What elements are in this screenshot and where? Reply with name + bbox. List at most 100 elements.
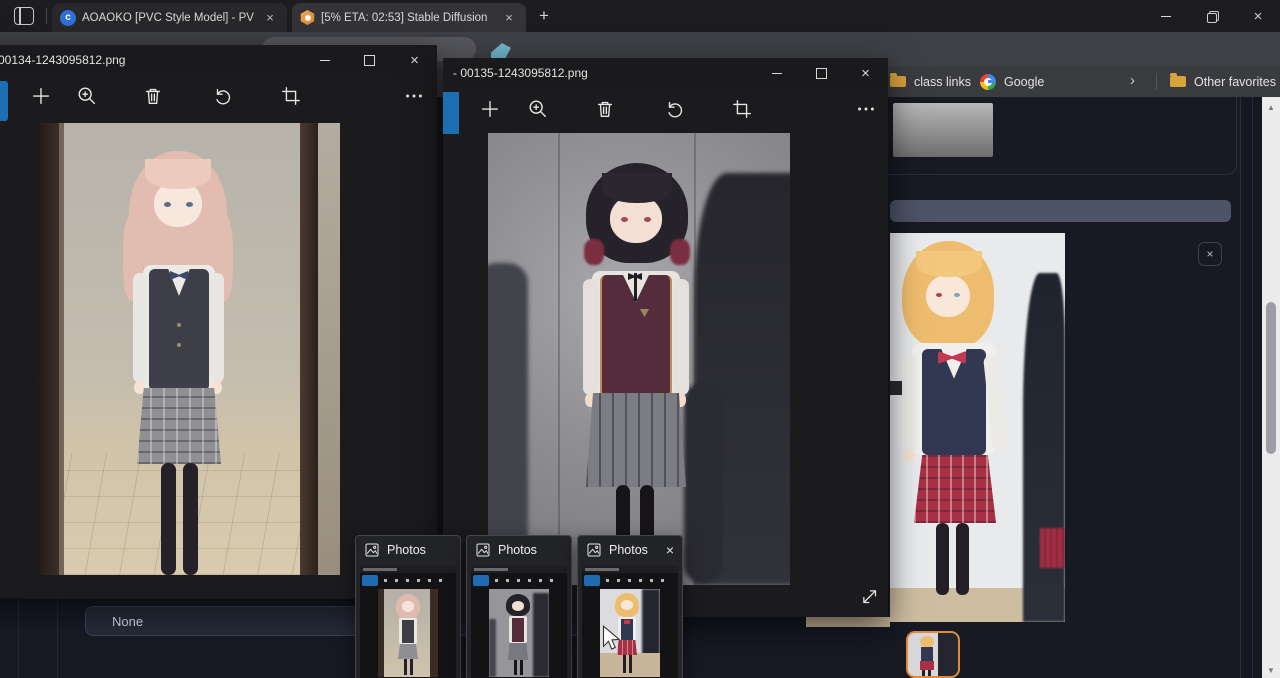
- mini-blue-button: [584, 575, 600, 586]
- titlebar[interactable]: 00134-1243095812.png ×: [0, 45, 437, 75]
- add-button[interactable]: [28, 83, 54, 109]
- taskbar-preview-photos-3[interactable]: Photos ×: [577, 535, 683, 678]
- mini-titlebar: [360, 566, 456, 573]
- panel-line: [18, 597, 19, 678]
- art: [430, 589, 438, 677]
- window-close-button[interactable]: ×: [1235, 0, 1280, 32]
- favorite-google[interactable]: Google: [980, 66, 1044, 97]
- bangs: [602, 173, 672, 203]
- resize-diagonal-button[interactable]: [855, 582, 881, 608]
- photos-app-icon: [364, 542, 380, 558]
- rotate-button[interactable]: [662, 96, 688, 122]
- sleeve: [133, 273, 148, 383]
- art: [520, 660, 523, 675]
- crop-button[interactable]: [278, 83, 304, 109]
- extension-icon[interactable]: [491, 43, 511, 59]
- window-minimize-button[interactable]: [1143, 0, 1189, 32]
- leg: [956, 523, 969, 595]
- skirt: [586, 393, 686, 487]
- sd-selected-thumbnail[interactable]: [906, 631, 960, 678]
- vest-button: [177, 323, 181, 327]
- window-restore-button[interactable]: [1189, 0, 1235, 32]
- taskbar-preview-photos-2[interactable]: Photos: [466, 535, 572, 678]
- art: [404, 659, 407, 675]
- bangs: [145, 159, 211, 189]
- eye: [936, 293, 942, 297]
- art: [921, 647, 933, 661]
- divider: [1156, 73, 1157, 90]
- photos-app-icon: [475, 542, 491, 558]
- preview-header: Photos: [356, 536, 460, 564]
- more-button[interactable]: [853, 96, 879, 122]
- other-favorites-folder[interactable]: Other favorites: [1170, 66, 1276, 97]
- zoom-button[interactable]: [74, 83, 100, 109]
- preview-title: Photos: [609, 543, 648, 557]
- see-all-photos-button[interactable]: [0, 81, 8, 121]
- photos-app-icon: [586, 542, 602, 558]
- hair-tip: [670, 239, 690, 265]
- art: [922, 670, 925, 676]
- preview-header: Photos ×: [578, 536, 682, 564]
- photo-image[interactable]: [488, 133, 790, 585]
- close-button[interactable]: ×: [392, 45, 437, 75]
- bangs: [916, 251, 982, 277]
- minimize-button[interactable]: [302, 45, 347, 75]
- leg: [936, 523, 949, 595]
- vest-button: [177, 343, 181, 347]
- art: [514, 660, 517, 675]
- sd-generated-image[interactable]: [890, 233, 1065, 622]
- zoom-button[interactable]: [525, 96, 551, 122]
- eye: [644, 217, 651, 222]
- wall-right: [318, 123, 340, 575]
- sd-favicon: [300, 10, 315, 25]
- tab-close-icon[interactable]: ×: [261, 9, 279, 27]
- sd-gray-box[interactable]: [893, 103, 993, 157]
- taskbar-preview-photos-1[interactable]: Photos: [355, 535, 461, 678]
- maximize-button[interactable]: [799, 58, 844, 88]
- folder-icon: [890, 76, 906, 87]
- google-icon: [980, 74, 996, 90]
- crop-button[interactable]: [729, 96, 755, 122]
- art: [920, 661, 934, 670]
- eye: [186, 202, 193, 207]
- sleeve: [583, 279, 599, 395]
- maximize-button[interactable]: [347, 45, 392, 75]
- tab-aoaoko[interactable]: c AOAOKO [PVC Style Model] - PV ×: [52, 3, 287, 32]
- mini-toolbar: [495, 579, 559, 582]
- minimize-icon: [320, 60, 330, 61]
- titlebar[interactable]: - 00135-1243095812.png ×: [443, 58, 888, 88]
- new-tab-button[interactable]: +: [532, 5, 556, 27]
- mirror-frame-left: [37, 123, 59, 575]
- photos-window-1: 00134-1243095812.png ×: [0, 45, 437, 598]
- scroll-down-arrow[interactable]: ▼: [1262, 662, 1280, 678]
- preview-close-button[interactable]: ×: [666, 542, 674, 558]
- rotate-button[interactable]: [210, 83, 236, 109]
- close-button[interactable]: ×: [843, 58, 888, 88]
- photo-image[interactable]: [37, 123, 340, 575]
- preview-title: Photos: [498, 543, 537, 557]
- favorites-overflow-chevron[interactable]: ›: [1130, 72, 1135, 89]
- minimize-icon: [1161, 16, 1171, 17]
- see-all-photos-button[interactable]: [443, 92, 459, 134]
- minimize-button[interactable]: [754, 58, 799, 88]
- tab-stable-diffusion[interactable]: [5% ETA: 02:53] Stable Diffusion ×: [292, 3, 526, 32]
- art: [378, 589, 384, 677]
- more-button[interactable]: [401, 83, 427, 109]
- other-favorites-label: Other favorites: [1194, 75, 1276, 89]
- delete-button[interactable]: [592, 96, 618, 122]
- favorite-class-links[interactable]: class links: [890, 66, 971, 97]
- tab-close-icon[interactable]: ×: [500, 9, 518, 27]
- add-button[interactable]: [477, 96, 503, 122]
- tab-workspaces-icon[interactable]: [14, 7, 34, 25]
- art: [629, 655, 632, 673]
- blurred-arm: [684, 383, 722, 583]
- tab-title: AOAOKO [PVC Style Model] - PV: [82, 12, 255, 24]
- sd-viewer-close-button[interactable]: ×: [1198, 242, 1222, 266]
- minimize-icon: [772, 73, 782, 74]
- delete-button[interactable]: [140, 83, 166, 109]
- art: [928, 670, 931, 676]
- scroll-up-arrow[interactable]: ▲: [1262, 99, 1280, 115]
- scrollbar-thumb[interactable]: [1266, 302, 1276, 454]
- restore-icon: [1207, 11, 1218, 22]
- art: [621, 600, 633, 610]
